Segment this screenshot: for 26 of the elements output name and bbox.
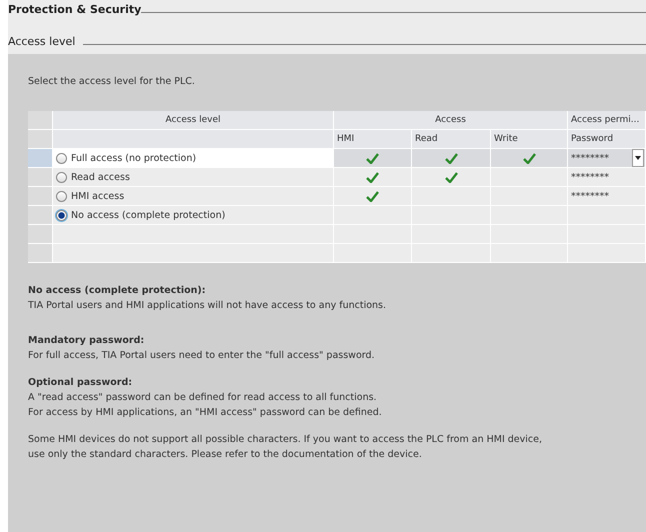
password-value: ******** bbox=[571, 170, 609, 184]
subsection-title: Access level bbox=[8, 35, 76, 48]
column-header: Access level bbox=[53, 111, 334, 130]
column-header: HMI bbox=[334, 130, 412, 149]
password-value: ******** bbox=[571, 152, 609, 166]
column-header: Access bbox=[334, 111, 568, 130]
access-level-label: HMI access bbox=[71, 190, 124, 204]
note-text: TIA Portal users and HMI applications will not have access to any functions. bbox=[28, 299, 388, 313]
note-heading: Optional password: bbox=[28, 376, 134, 390]
access-level-label: No access (complete protection) bbox=[71, 208, 226, 222]
column-header: Access permi... bbox=[568, 111, 646, 130]
column-header: Read bbox=[412, 130, 491, 149]
column-header: Write bbox=[491, 130, 568, 149]
note-text: A "read access" password can be defined for read access to all functions. bbox=[28, 391, 378, 405]
note-text: For full access, TIA Portal users need to enter the "full access" password. bbox=[28, 349, 376, 363]
password-value: ******** bbox=[571, 190, 609, 204]
note-heading: Mandatory password: bbox=[28, 334, 146, 348]
column-header: Password bbox=[568, 130, 646, 149]
access-level-label: Read access bbox=[71, 170, 130, 184]
note-text: use only the standard characters. Please refer to the documentation of the device. bbox=[28, 448, 423, 462]
instruction-text: Select the access level for the PLC. bbox=[28, 75, 196, 89]
access-level-label: Full access (no protection) bbox=[71, 152, 196, 166]
note-text: For access by HMI applications, an "HMI access" password can be defined. bbox=[28, 406, 383, 420]
section-title: Protection & Security bbox=[8, 3, 142, 16]
note-heading: No access (complete protection): bbox=[28, 284, 207, 298]
note-text: Some HMI devices do not support all possible characters. If you want to access the PLC from an HMI device, bbox=[28, 433, 543, 447]
